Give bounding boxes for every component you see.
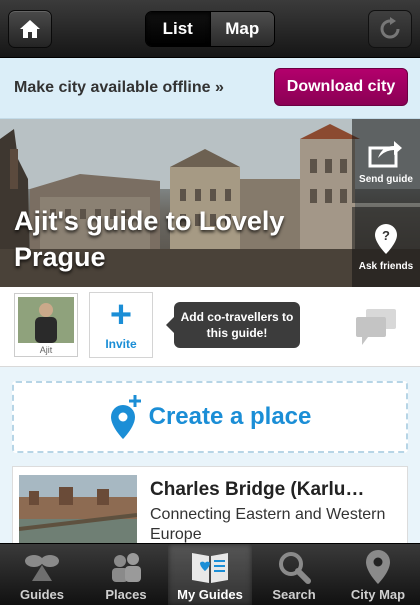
svg-text:?: ? [382, 228, 390, 243]
home-button[interactable] [8, 10, 52, 48]
tab-list[interactable]: List [146, 12, 210, 46]
download-city-button[interactable]: Download city [274, 68, 408, 106]
places-icon [112, 553, 141, 582]
place-title: Charles Bridge (Karlu… [150, 479, 365, 500]
guide-title: Ajit's guide to Lovely Prague [14, 206, 285, 272]
plus-icon: + [109, 294, 133, 336]
search-icon [279, 552, 311, 584]
view-switcher: List Map [145, 11, 275, 47]
refresh-icon [380, 17, 400, 39]
guide-hero: Ajit's guide to Lovely Prague Send guide… [0, 119, 420, 287]
tab-guides-label: Guides [19, 587, 65, 602]
tab-places[interactable]: Places [84, 544, 168, 605]
city-map-icon [366, 550, 390, 584]
question-pin-icon: ? [375, 223, 397, 254]
place-thumbnail [19, 475, 137, 545]
send-guide-button[interactable]: Send guide [352, 119, 420, 203]
tab-search[interactable]: Search [252, 544, 336, 605]
tab-map[interactable]: Map [209, 12, 274, 46]
tab-bar: Guides Places My Guides Search City Map [0, 543, 420, 605]
cotravellers-row: Ajit + Invite Add co-travellers to this … [0, 287, 420, 367]
tab-places-label: Places [105, 587, 147, 602]
offline-text[interactable]: Make city available offline » [14, 79, 224, 97]
invite-button[interactable]: + Invite [89, 292, 153, 358]
refresh-button[interactable] [368, 10, 412, 48]
send-guide-label: Send guide [359, 173, 413, 185]
ask-friends-label: Ask friends [358, 260, 414, 272]
tab-city-map[interactable]: City Map [336, 544, 420, 605]
tab-my-guides[interactable]: My Guides [168, 544, 252, 605]
cotravellers-tooltip: Add co-travellers to this guide! [166, 302, 300, 348]
create-place-label: Create a place [148, 403, 312, 430]
add-place-pin-icon [110, 395, 141, 439]
avatar-photo [18, 297, 74, 343]
home-icon [20, 20, 40, 38]
tab-my-guides-label: My Guides [177, 587, 243, 602]
tab-guides[interactable]: Guides [0, 544, 84, 605]
share-icon [368, 140, 402, 167]
avatar[interactable]: Ajit [14, 293, 78, 357]
my-guides-icon [192, 553, 228, 583]
create-place-button[interactable]: Create a place [12, 381, 408, 453]
top-bar: List Map [0, 0, 420, 58]
guides-icon [25, 555, 59, 581]
avatar-name: Ajit [39, 345, 53, 355]
list-item[interactable]: Charles Bridge (Karlu… Connecting Easter… [12, 466, 408, 546]
invite-label: Invite [105, 337, 137, 351]
place-description: Connecting Eastern and Western Europe [150, 506, 386, 543]
tab-city-map-label: City Map [350, 587, 406, 602]
ask-friends-button[interactable]: ? Ask friends [352, 207, 420, 287]
offline-banner: Make city available offline » Download c… [0, 58, 420, 119]
tab-search-label: Search [272, 587, 316, 602]
chat-icon[interactable] [354, 307, 398, 347]
